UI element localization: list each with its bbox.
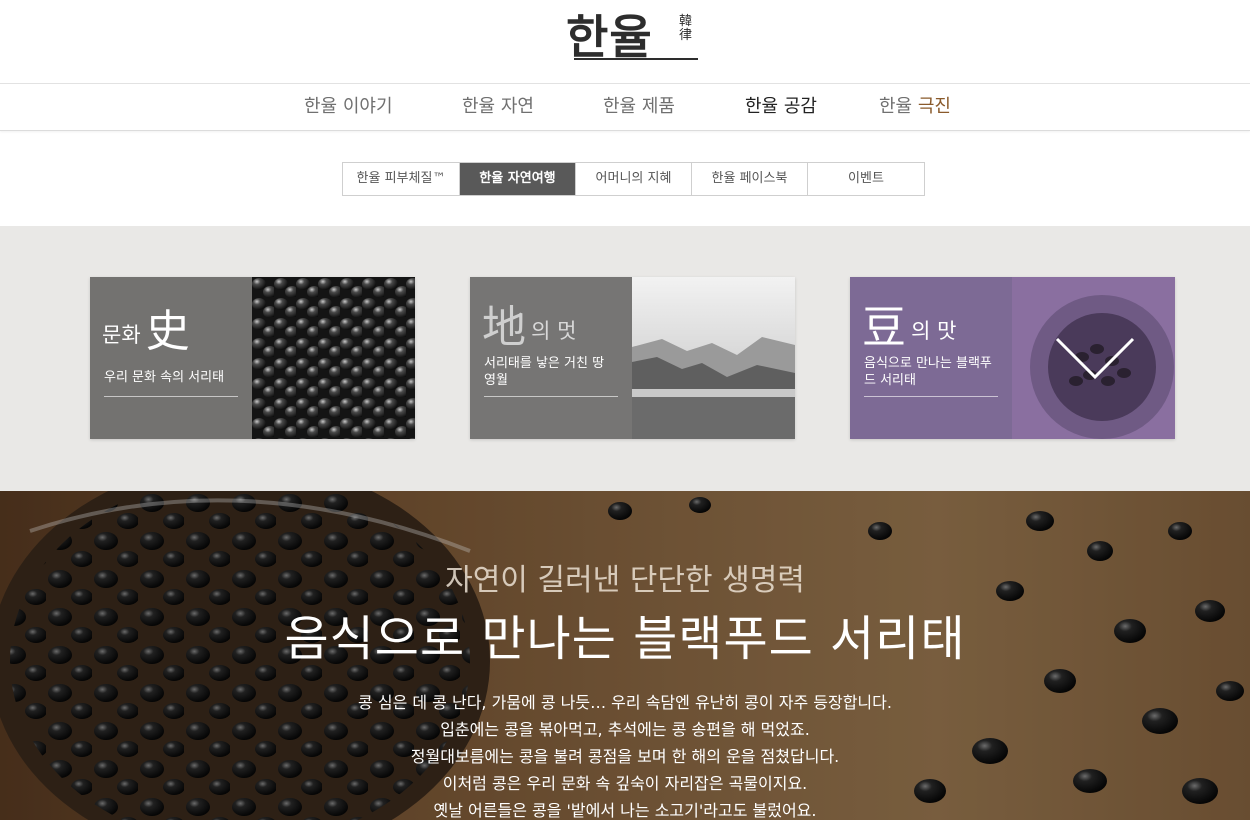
hero-line: 이처럼 콩은 우리 문화 속 깊숙이 자리잡은 곡물이지요. (442, 774, 808, 793)
logo-underline (574, 58, 698, 60)
black-beans-photo (252, 277, 415, 439)
card-divider (484, 396, 618, 397)
hero-line: 정월대보름에는 콩을 불려 콩점을 보며 한 해의 운을 점쳤답니다. (410, 747, 840, 766)
card-title-suffix: 의 맛 (911, 319, 957, 343)
nav-item-label: 제품 (641, 96, 675, 117)
tab-nature-travel[interactable]: 한율 자연여행 (460, 163, 576, 195)
nav-item-prefix: 한율 (304, 96, 338, 117)
nav-item-products[interactable]: 한율 제품 (603, 84, 675, 130)
hero-line: 입춘에는 콩을 볶아먹고, 추석에는 콩 송편을 해 먹었죠. (440, 720, 810, 739)
nav-item-label: 공감 (783, 96, 817, 117)
logo-hanja: 韓律 (679, 14, 693, 43)
sub-tabs: 한율 피부체질™ 한율 자연여행 어머니의 지혜 한율 페이스북 이벤트 (342, 162, 925, 196)
tab-skin-type[interactable]: 한율 피부체질™ (343, 163, 460, 195)
card-title-hanja: 地 (482, 302, 526, 353)
card-taste[interactable]: 豆 의 맛 음식으로 만나는 블랙푸드 서리태 (850, 277, 1175, 439)
hero-paragraph: 콩 심은 데 콩 난다, 가뭄에 콩 나듯… 우리 속담엔 유난히 콩이 자주 … (0, 689, 1250, 820)
card-title-hanja: 史 (145, 306, 190, 357)
hero-line: 옛날 어른들은 콩을 '밭에서 나는 소고기'라고도 불렀어요. (433, 801, 817, 820)
card-subtitle: 음식으로 만나는 블랙푸드 서리태 (864, 356, 992, 388)
site-header: 한율 韓律 (0, 0, 1250, 84)
card-title-prefix: 문화 (102, 323, 141, 347)
mountain-field-photo (632, 277, 795, 439)
card-divider (104, 396, 238, 397)
chevron-down-icon (1055, 337, 1135, 380)
hero-line: 콩 심은 데 콩 난다, 가뭄에 콩 나듯… 우리 속담엔 유난히 콩이 자주 … (358, 693, 892, 712)
card-text-panel: 地 의 멋 서리태를 낳은 거친 땅 영월 (470, 277, 632, 439)
card-subtitle: 서리태를 낳은 거친 땅 영월 (484, 356, 605, 388)
card-title-suffix: 의 멋 (531, 319, 577, 343)
card-text-panel: 문화 史 우리 문화 속의 서리태 (90, 277, 252, 439)
card-landscape[interactable]: 地 의 멋 서리태를 낳은 거친 땅 영월 (470, 277, 795, 439)
nav-item-geukjin[interactable]: 한율 극진 (879, 84, 951, 130)
card-title: 豆 의 맛 (862, 291, 956, 355)
nav-item-story[interactable]: 한율 이야기 (304, 84, 393, 130)
hero-banner: 자연이 길러낸 단단한 생명력 음식으로 만나는 블랙푸드 서리태 콩 심은 데… (0, 491, 1250, 820)
brand-logo[interactable]: 한율 韓律 (566, 6, 698, 68)
feature-cards-band: 문화 史 우리 문화 속의 서리태 地 의 멋 서리태를 낳은 거친 땅 영월 … (0, 226, 1250, 491)
nav-item-prefix: 한율 (745, 96, 779, 117)
main-nav: 한율 이야기 한율 자연 한율 제품 한율 공감 한율 극진 (0, 84, 1250, 131)
tab-facebook[interactable]: 한율 페이스북 (692, 163, 808, 195)
tab-event[interactable]: 이벤트 (808, 163, 924, 195)
card-title-hanja: 豆 (862, 302, 906, 353)
nav-item-prefix: 한율 (462, 96, 496, 117)
tab-mothers-wisdom[interactable]: 어머니의 지혜 (576, 163, 692, 195)
card-divider (864, 396, 998, 397)
hero-title: 음식으로 만나는 블랙푸드 서리태 (284, 611, 966, 667)
nav-item-label: 이야기 (342, 96, 393, 117)
nav-item-label: 극진 (917, 96, 951, 117)
nav-item-prefix: 한율 (603, 96, 637, 117)
nav-item-label: 자연 (500, 96, 534, 117)
card-text-panel: 豆 의 맛 음식으로 만나는 블랙푸드 서리태 (850, 277, 1012, 439)
hero-subtitle: 자연이 길러낸 단단한 생명력 (445, 563, 805, 598)
card-title: 地 의 멋 (482, 291, 576, 355)
card-culture[interactable]: 문화 史 우리 문화 속의 서리태 (90, 277, 415, 439)
card-title: 문화 史 (102, 295, 190, 359)
nav-item-prefix: 한율 (879, 96, 913, 117)
nav-item-empathy[interactable]: 한율 공감 (745, 84, 817, 130)
nav-item-nature[interactable]: 한율 자연 (462, 84, 534, 130)
card-subtitle: 우리 문화 속의 서리태 (104, 370, 225, 385)
